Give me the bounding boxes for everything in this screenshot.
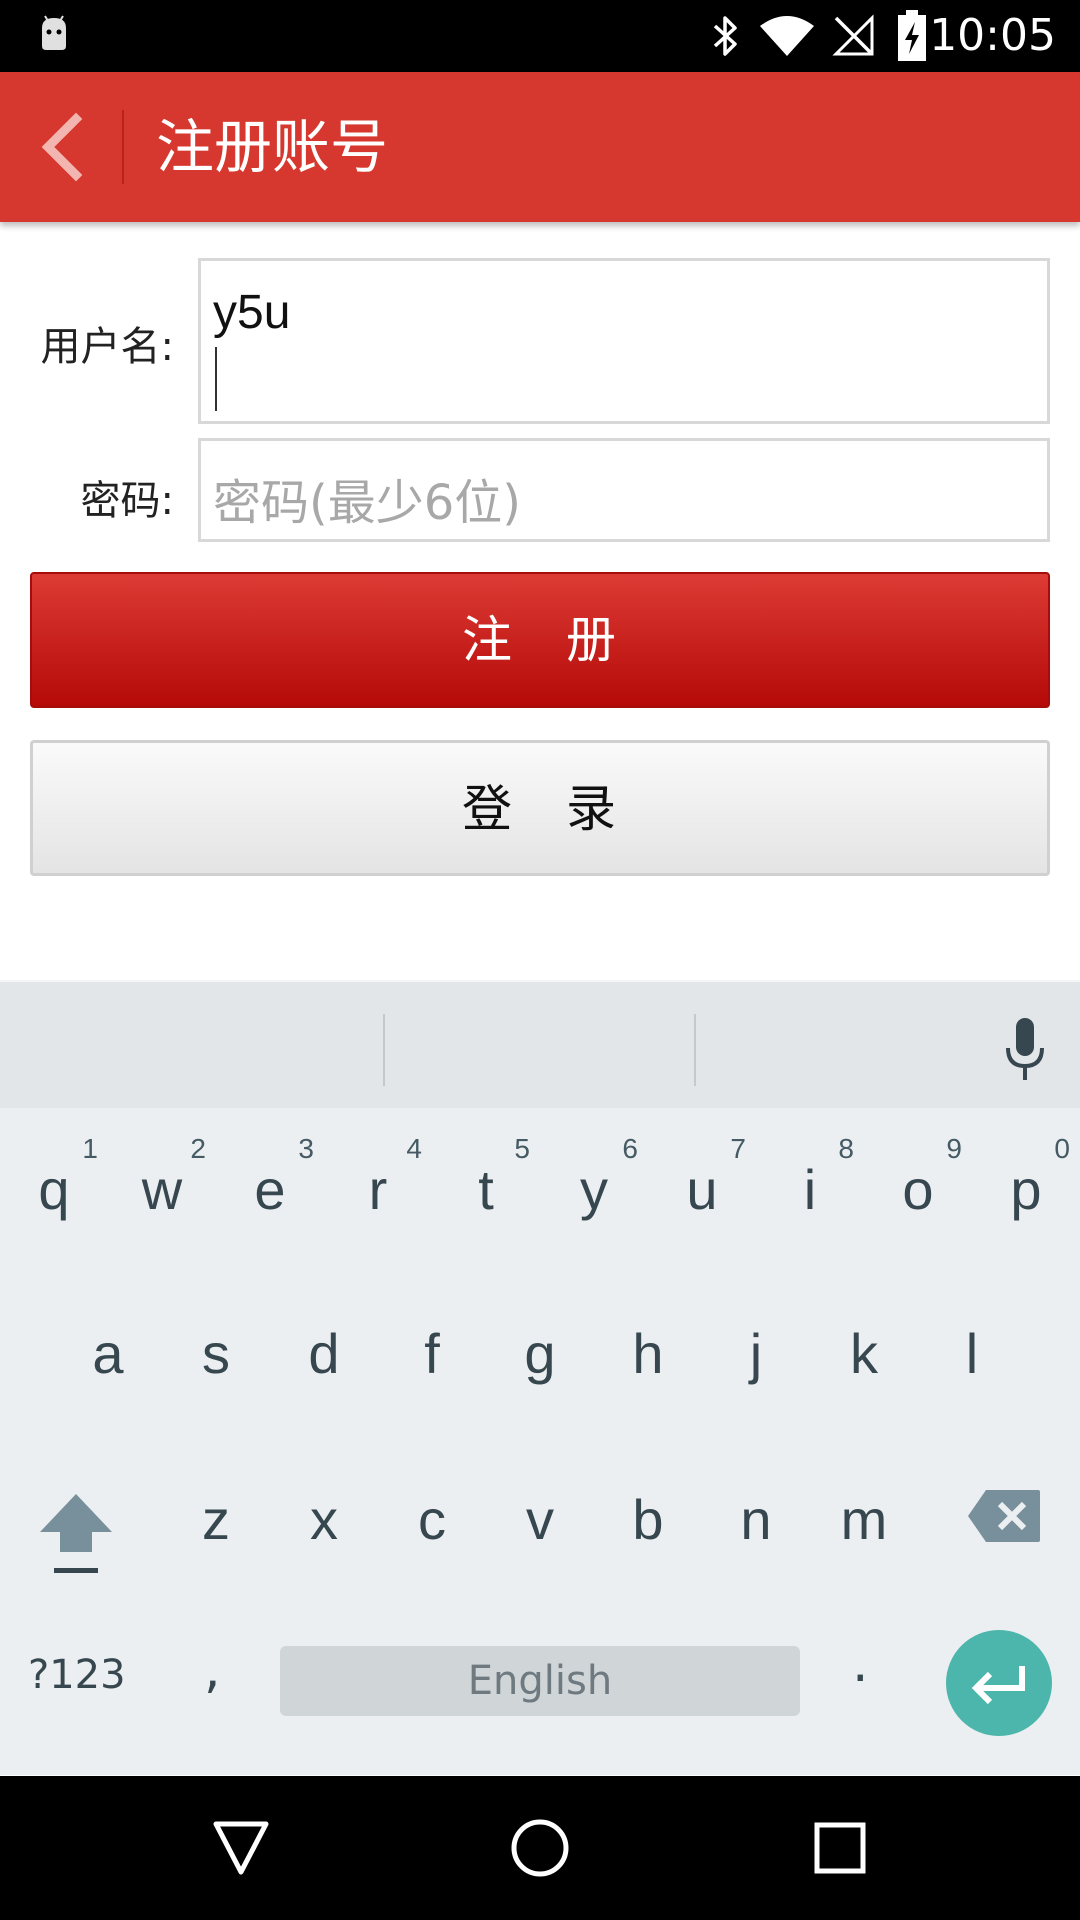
key-letter: h — [632, 1322, 664, 1385]
text-cursor — [215, 347, 217, 411]
suggestion-strip — [0, 980, 1080, 1108]
register-button[interactable]: 注 册 — [30, 572, 1050, 708]
key-f[interactable]: f — [382, 1294, 482, 1414]
key-letter: d — [308, 1322, 340, 1385]
comma-key[interactable]: , — [204, 1640, 221, 1700]
enter-key[interactable] — [946, 1630, 1052, 1736]
recents-square-icon[interactable] — [814, 1822, 866, 1874]
key-p[interactable]: p0 — [976, 1130, 1076, 1250]
suggestion-separator — [383, 1014, 385, 1086]
key-s[interactable]: s — [166, 1294, 266, 1414]
status-clock: 10:05 — [929, 10, 1056, 61]
key-n[interactable]: n — [706, 1460, 806, 1580]
space-key[interactable]: English — [280, 1646, 800, 1716]
battery-charging-icon — [898, 10, 926, 61]
backspace-icon[interactable] — [966, 1488, 1042, 1544]
key-l[interactable]: l — [922, 1294, 1022, 1414]
key-g[interactable]: g — [490, 1294, 590, 1414]
key-u[interactable]: u7 — [652, 1130, 752, 1250]
key-letter: s — [202, 1322, 230, 1385]
key-hint: 8 — [838, 1133, 854, 1164]
key-letter: j — [749, 1322, 763, 1385]
suggestion-separator — [694, 1014, 696, 1086]
key-letter: g — [524, 1322, 556, 1385]
key-hint: 3 — [298, 1133, 314, 1164]
key-j[interactable]: j — [706, 1294, 806, 1414]
username-label: 用户名: — [40, 324, 174, 370]
key-o[interactable]: o9 — [868, 1130, 968, 1250]
symbols-key[interactable]: ?123 — [28, 1652, 126, 1698]
android-icon — [42, 15, 66, 50]
password-placeholder: 密码(最少6位) — [213, 475, 521, 531]
app-bar: 注册账号 — [0, 72, 1080, 222]
key-hint: 7 — [730, 1133, 746, 1164]
key-letter: v — [526, 1488, 554, 1551]
key-c[interactable]: c — [382, 1460, 482, 1580]
back-button[interactable] — [30, 107, 100, 187]
login-button[interactable]: 登 录 — [30, 740, 1050, 876]
key-letter: f — [424, 1322, 440, 1385]
key-q[interactable]: q1 — [4, 1130, 104, 1250]
key-k[interactable]: k — [814, 1294, 914, 1414]
key-letter: m — [840, 1488, 888, 1551]
status-bar: 10:05 — [0, 0, 1080, 72]
password-label: 密码: — [80, 478, 174, 524]
key-hint: 0 — [1054, 1133, 1070, 1164]
key-y[interactable]: y6 — [544, 1130, 644, 1250]
key-letter: z — [202, 1488, 230, 1551]
key-v[interactable]: v — [490, 1460, 590, 1580]
app-bar-divider — [122, 110, 124, 184]
key-hint: 4 — [406, 1133, 422, 1164]
no-signal-icon — [832, 14, 874, 56]
key-hint: 6 — [622, 1133, 638, 1164]
screen: 10:05 注册账号 用户名: y5u 密码: 密码(最少6位) 注 册 登 录 — [0, 0, 1080, 1920]
username-value: y5u — [213, 286, 291, 339]
username-input[interactable]: y5u — [198, 258, 1050, 424]
chevron-left-icon — [41, 112, 83, 182]
key-e[interactable]: e3 — [220, 1130, 320, 1250]
period-key[interactable]: . — [852, 1634, 869, 1694]
key-letter: c — [418, 1488, 446, 1551]
key-letter: x — [310, 1488, 338, 1551]
key-h[interactable]: h — [598, 1294, 698, 1414]
key-r[interactable]: r4 — [328, 1130, 428, 1250]
key-hint: 2 — [190, 1133, 206, 1164]
shift-icon[interactable] — [36, 1488, 116, 1578]
key-letter: b — [632, 1488, 664, 1551]
home-circle-icon[interactable] — [510, 1818, 570, 1878]
key-i[interactable]: i8 — [760, 1130, 860, 1250]
key-hint: 5 — [514, 1133, 530, 1164]
key-x[interactable]: x — [274, 1460, 374, 1580]
key-w[interactable]: w2 — [112, 1130, 212, 1250]
mic-icon[interactable] — [1000, 1018, 1050, 1084]
wifi-icon — [760, 16, 814, 56]
key-hint: 1 — [82, 1133, 98, 1164]
key-hint: 9 — [946, 1133, 962, 1164]
key-letter: n — [740, 1488, 772, 1551]
key-d[interactable]: d — [274, 1294, 374, 1414]
page-title: 注册账号 — [156, 113, 389, 181]
key-a[interactable]: a — [58, 1294, 158, 1414]
key-z[interactable]: z — [166, 1460, 266, 1580]
key-letter: k — [850, 1322, 878, 1385]
back-triangle-icon[interactable] — [212, 1820, 270, 1876]
password-input[interactable]: 密码(最少6位) — [198, 438, 1050, 542]
key-m[interactable]: m — [814, 1460, 914, 1580]
navigation-bar — [0, 1776, 1080, 1920]
bluetooth-icon — [713, 16, 737, 56]
key-letter: l — [965, 1322, 979, 1385]
key-letter: a — [92, 1322, 124, 1385]
key-t[interactable]: t5 — [436, 1130, 536, 1250]
key-b[interactable]: b — [598, 1460, 698, 1580]
enter-icon — [971, 1666, 1025, 1705]
